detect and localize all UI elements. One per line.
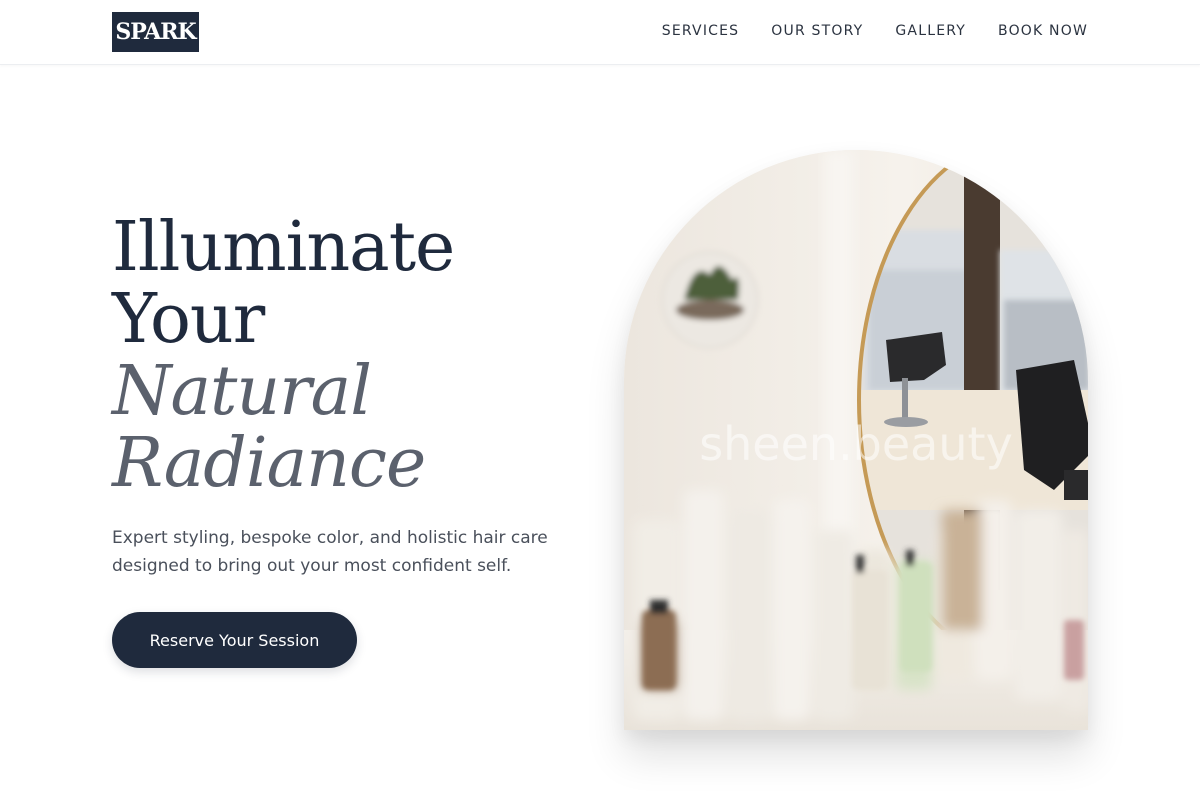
reserve-session-button[interactable]: Reserve Your Session [112,612,357,668]
brand-logo[interactable]: SPARK [112,12,199,52]
site-header: SPARK SERVICES OUR STORY GALLERY BOOK NO… [0,0,1200,65]
hero-title-line-1: Illuminate [112,208,455,287]
nav-item-our-story[interactable]: OUR STORY [771,23,863,39]
hero-title-line-2: Your [112,280,265,359]
hero-title-accent-line-1: Natural [112,352,372,431]
hero-title-accent-line-2: Radiance [112,424,426,503]
nav-item-services[interactable]: SERVICES [662,23,740,39]
hero-title: Illuminate Your Natural Radiance [112,208,455,503]
hero-image: sheen.beauty [624,150,1088,730]
main-nav: SERVICES OUR STORY GALLERY BOOK NOW [662,0,1088,62]
hero-subtitle: Expert styling, bespoke color, and holis… [112,528,548,576]
salon-photo: sheen.beauty [624,150,1088,730]
nav-item-gallery[interactable]: GALLERY [895,23,966,39]
nav-item-book-now[interactable]: BOOK NOW [998,23,1088,39]
image-watermark: sheen.beauty [699,417,1013,471]
